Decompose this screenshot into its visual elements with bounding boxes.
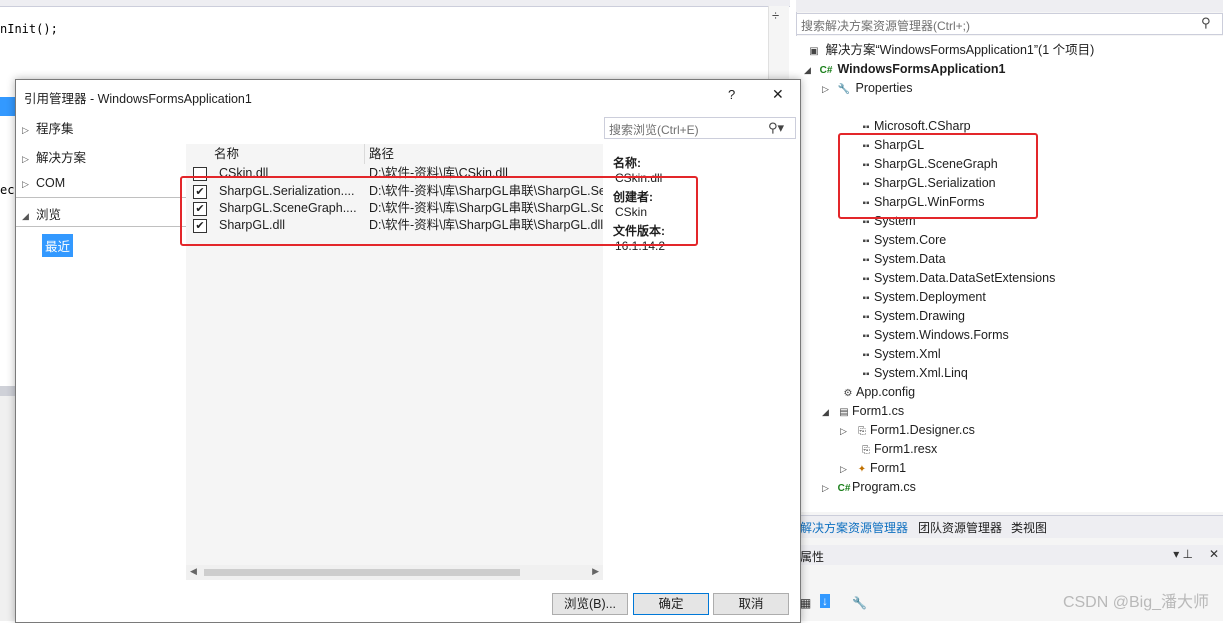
collapsed-arrow-icon[interactable]: ▷ [840,422,854,441]
column-header-name[interactable]: 名称 [214,144,365,164]
scrollbar-thumb[interactable] [204,569,520,576]
code-file-icon: ⎘ [858,426,866,437]
close-icon[interactable]: ✕ [1209,547,1219,561]
alphabetical-icon[interactable]: ↓ [820,594,830,608]
tree-reference-item[interactable]: ▪▪ System.Data [858,250,945,269]
assembly-icon: ▪▪ [862,350,870,361]
form-icon: ▤ [839,407,849,418]
cancel-button[interactable]: 取消 [713,593,789,615]
tree-project[interactable]: ◢ C# WindowsFormsApplication1 [804,60,1005,79]
editor-lower-panel [0,386,15,621]
solution-explorer-tabs: 解决方案资源管理器 团队资源管理器 类视图 [796,515,1223,538]
highlight-box-selected-dlls [180,176,698,246]
tab-class-view[interactable]: 类视图 [1011,519,1047,536]
editor-lower-strip [0,386,15,396]
category-recent[interactable]: 最近 [42,234,74,257]
tree-app-config[interactable]: ⚙ App.config [840,383,916,402]
tree-reference-item[interactable]: ▪▪ System.Drawing [858,307,965,326]
scroll-left-icon[interactable]: ◀ [190,566,197,577]
class-icon: ✦ [857,464,867,475]
assembly-icon: ▪▪ [862,293,870,304]
editor-tab-strip [0,0,790,7]
properties-panel-title: 属性 [800,550,825,564]
csharp-project-icon: C# [819,65,833,76]
expanded-arrow-icon: ◢ [22,211,29,221]
categorized-icon[interactable]: ▦ [800,596,811,610]
watermark: CSDN @Big_潘大师 [1062,594,1209,611]
info-name-label: 名称: [613,156,641,170]
tree-reference-item[interactable]: ▪▪ System.Data.DataSetExtensions [858,269,1055,288]
collapsed-arrow-icon: ▷ [22,125,29,135]
config-file-icon: ⚙ [843,388,853,399]
expanded-arrow-icon[interactable]: ◢ [822,403,836,422]
tree-form1-resx[interactable]: ⎘ Form1.resx [858,440,937,459]
tree-form1-cs[interactable]: ◢ ▤ Form1.cs [822,402,904,421]
collapsed-arrow-icon[interactable]: ▷ [822,80,836,99]
help-button[interactable]: ? [728,87,735,102]
assembly-icon: ▪▪ [862,274,870,285]
category-solution[interactable]: ▷ 解决方案 [22,147,86,166]
highlight-box-references [838,133,1038,219]
scroll-right-icon[interactable]: ▶ [592,566,599,577]
browse-button[interactable]: 浏览(B)... [552,593,628,615]
assembly-icon: ▪▪ [862,369,870,380]
close-button[interactable]: ✕ [772,86,784,103]
tree-program-cs[interactable]: ▷ C# Program.cs [822,478,916,497]
category-assemblies[interactable]: ▷ 程序集 [22,118,74,137]
tab-team-explorer[interactable]: 团队资源管理器 [918,519,1002,536]
ok-button[interactable]: 确定 [633,593,709,615]
dialog-title-bar: 引用管理器 - WindowsFormsApplication1 ? ✕ [16,80,800,110]
properties-panel-header: 属性 ▾ ⊥ ✕ [796,545,1223,565]
tree-properties[interactable]: ▷ 🔧 Properties [822,79,912,98]
solution-icon: ▣ [809,46,819,57]
tree-reference-item[interactable]: ▪▪ System.Xml.Linq [858,364,967,383]
code-line: nInit(); [0,22,58,36]
assembly-icon: ▪▪ [862,255,870,266]
tree-reference-item[interactable]: ▪▪ System.Windows.Forms [858,326,1008,345]
collapsed-arrow-icon[interactable]: ▷ [822,479,836,498]
search-icon[interactable]: ⚲▾ [768,120,784,136]
split-icon[interactable]: ÷ [772,8,779,23]
pin-icon[interactable]: ▾ ⊥ [1173,547,1193,561]
assembly-icon: ▪▪ [862,312,870,323]
collapsed-arrow-icon: ▷ [22,179,29,189]
expanded-arrow-icon[interactable]: ◢ [804,61,818,80]
assembly-icon: ▪▪ [862,236,870,247]
collapsed-arrow-icon: ▷ [22,154,29,164]
tree-reference-item[interactable]: ▪▪ System.Core [858,231,946,250]
search-icon[interactable]: ⚲ [1201,15,1211,31]
wrench-icon: 🔧 [837,84,851,95]
tree-reference-item[interactable]: ▪▪ System.Xml [858,345,940,364]
category-com[interactable]: ▷ COM [22,176,65,190]
wrench-icon[interactable]: 🔧 [852,596,867,610]
dialog-category-pane: ▷ 程序集 ▷ 解决方案 ▷ COM ◢ 浏览 最近 [16,110,186,590]
collapsed-arrow-icon[interactable]: ▷ [840,460,854,479]
tree-solution[interactable]: ▣ 解决方案“WindowsFormsApplication1”(1 个项目) [806,41,1094,60]
solution-search-input[interactable]: 搜索解决方案资源管理器(Ctrl+;) [796,13,1223,35]
tree-form1[interactable]: ▷ ✦ Form1 [840,459,906,478]
category-browse[interactable]: ◢ 浏览 [22,204,61,223]
tree-reference-item[interactable]: ▪▪ System.Deployment [858,288,985,307]
reference-manager-dialog: 引用管理器 - WindowsFormsApplication1 ? ✕ ▷ 程序… [15,79,801,623]
tree-form1-designer[interactable]: ▷ ⎘ Form1.Designer.cs [840,421,975,440]
tab-solution-explorer[interactable]: 解决方案资源管理器 [800,519,908,536]
assembly-icon: ▪▪ [862,331,870,342]
csharp-file-icon: C# [837,483,851,494]
solution-explorer-toolbar [796,0,1223,12]
dialog-title: 引用管理器 - WindowsFormsApplication1 [24,92,252,106]
column-header-path[interactable]: 路径 [365,144,608,164]
resource-file-icon: ⎘ [862,445,870,456]
